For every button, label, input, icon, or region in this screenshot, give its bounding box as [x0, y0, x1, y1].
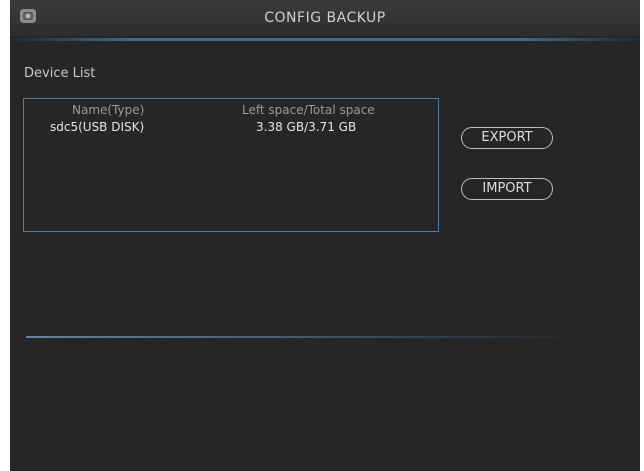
device-space-cell: 3.38 GB/3.71 GB: [256, 120, 357, 134]
progress-bar: [26, 336, 586, 338]
column-header-space: Left space/Total space: [242, 103, 375, 117]
import-button[interactable]: IMPORT: [461, 178, 553, 200]
config-backup-dialog: CONFIG BACKUP Device List Name(Type) Lef…: [10, 0, 640, 471]
title-divider: [10, 38, 640, 41]
column-header-name: Name(Type): [72, 103, 145, 117]
device-list-label: Device List: [24, 66, 96, 81]
device-name-cell: sdc5(USB DISK): [50, 120, 145, 134]
export-button[interactable]: EXPORT: [461, 127, 553, 149]
device-list[interactable]: Name(Type) Left space/Total space sdc5(U…: [23, 98, 439, 232]
window-title: CONFIG BACKUP: [264, 10, 386, 26]
title-bar: CONFIG BACKUP: [10, 0, 640, 36]
